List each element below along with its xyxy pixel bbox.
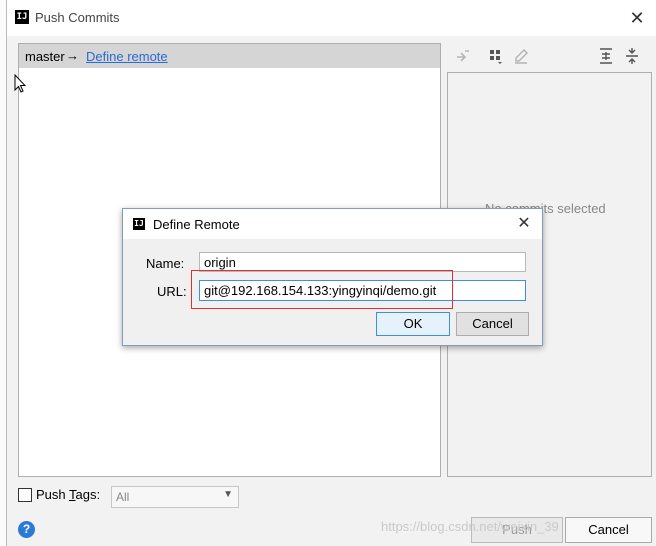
name-field[interactable]: origin [199,252,526,272]
close-icon[interactable]: ✕ [514,213,534,233]
title-bar: IJ Push Commits ✕ [7,0,656,36]
window-title: Push Commits [35,10,120,25]
ok-button[interactable]: OK [376,312,450,336]
chevron-down-icon: ▼ [223,489,233,500]
arrow-icon[interactable] [454,47,472,65]
edit-icon[interactable] [512,47,530,65]
push-tags-label: Push Tags: [36,487,101,502]
push-tags-checkbox[interactable] [18,488,32,502]
define-remote-dialog: IJ Define Remote ✕ Name: origin URL: git… [122,208,543,346]
define-remote-link[interactable]: Define remote [86,49,168,64]
name-label: Name: [146,256,185,271]
tags-select[interactable]: All ▼ [111,486,239,508]
close-icon[interactable]: ✕ [625,6,649,30]
dialog-title: Define Remote [153,217,240,232]
intellij-icon: IJ [133,218,145,230]
expand-all-icon[interactable] [597,47,615,65]
group-icon[interactable] [487,47,505,65]
url-label: URL: [157,284,187,299]
dialog-title-bar: IJ Define Remote ✕ [123,209,542,239]
tags-select-value: All [116,490,130,504]
branch-row[interactable]: master → Define remote [19,44,440,68]
cursor-icon [14,74,26,93]
dialog-cancel-button[interactable]: Cancel [456,312,529,336]
highlight-box [191,270,453,309]
collapse-all-icon[interactable] [623,47,641,65]
branch-name: master [25,49,65,64]
watermark: https://blog.csdn.net/weixin_39 [381,519,559,534]
push-arrow: → [66,48,79,63]
intellij-icon: IJ [15,10,29,24]
help-icon[interactable]: ? [18,521,35,538]
cancel-button[interactable]: Cancel [565,517,652,543]
